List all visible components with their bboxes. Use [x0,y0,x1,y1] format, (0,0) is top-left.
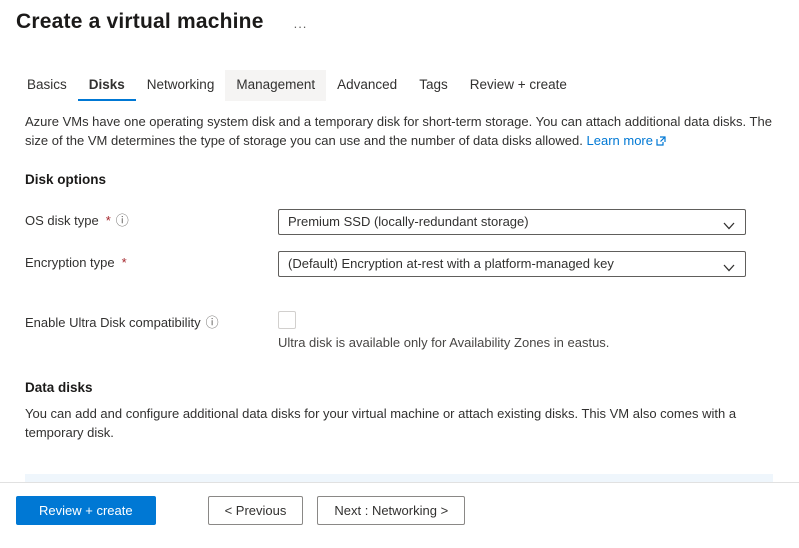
tab-panel-disks: Azure VMs have one operating system disk… [0,113,799,482]
tab-basics[interactable]: Basics [16,70,78,101]
chevron-down-icon [723,260,735,275]
os-disk-type-value: Premium SSD (locally-redundant storage) [288,214,529,229]
os-disk-type-label-text: OS disk type [25,213,99,228]
previous-button[interactable]: < Previous [208,496,304,525]
tab-disks[interactable]: Disks [78,70,136,101]
external-link-icon [656,133,666,152]
ultra-disk-label: Enable Ultra Disk compatibility ⓘ [25,311,278,330]
create-vm-page: Create a virtual machine ... Basics Disk… [0,0,799,548]
disk-options-heading: Disk options [25,172,773,187]
info-icon[interactable]: ⓘ [206,316,219,329]
data-disks-text: You can add and configure additional dat… [25,405,773,443]
tab-bar: Basics Disks Networking Management Advan… [16,70,799,101]
data-disks-heading: Data disks [25,380,773,395]
ultra-disk-row: Enable Ultra Disk compatibility ⓘ Ultra … [25,311,773,350]
tab-tags[interactable]: Tags [408,70,459,101]
ultra-disk-helper: Ultra disk is available only for Availab… [278,335,746,350]
learn-more-link[interactable]: Learn more [587,133,666,148]
review-create-button[interactable]: Review + create [16,496,156,525]
tab-review-create[interactable]: Review + create [459,70,578,101]
encryption-type-label: Encryption type * [25,251,278,270]
intro-text: Azure VMs have one operating system disk… [25,113,773,152]
header: Create a virtual machine ... [0,0,799,34]
more-options-icon[interactable]: ... [290,14,312,33]
encryption-type-row: Encryption type * (Default) Encryption at… [25,251,773,277]
encryption-type-dropdown[interactable]: (Default) Encryption at-rest with a plat… [278,251,746,277]
chevron-down-icon [723,218,735,233]
tab-networking[interactable]: Networking [136,70,226,101]
required-asterisk: * [122,255,127,270]
tab-advanced[interactable]: Advanced [326,70,408,101]
page-title: Create a virtual machine [16,10,264,34]
next-networking-button[interactable]: Next : Networking > [317,496,465,525]
info-icon[interactable]: ⓘ [116,214,129,227]
tab-management[interactable]: Management [225,70,326,101]
learn-more-label: Learn more [587,133,653,148]
ultra-disk-label-text: Enable Ultra Disk compatibility [25,315,201,330]
encryption-type-label-text: Encryption type [25,255,115,270]
required-asterisk: * [106,213,111,228]
os-disk-type-label: OS disk type * ⓘ [25,209,278,228]
info-banner: i Adding unmanaged data disks is current… [25,474,773,482]
os-disk-type-dropdown[interactable]: Premium SSD (locally-redundant storage) [278,209,746,235]
footer-bar: Review + create < Previous Next : Networ… [0,482,799,548]
ultra-disk-checkbox[interactable] [278,311,296,329]
os-disk-type-row: OS disk type * ⓘ Premium SSD (locally-red… [25,209,773,235]
encryption-type-value: (Default) Encryption at-rest with a plat… [288,256,614,271]
page-content: Create a virtual machine ... Basics Disk… [0,0,799,482]
